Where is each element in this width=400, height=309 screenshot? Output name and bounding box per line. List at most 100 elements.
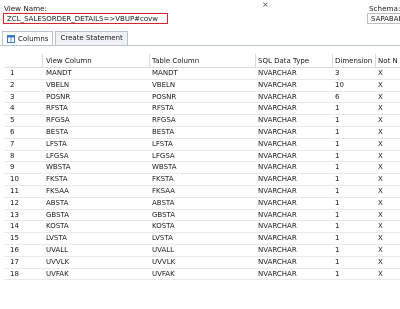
table-column-cell: FKSAA: [152, 186, 175, 195]
table-row[interactable]: 8 LFGSA LFGSA NVARCHAR 1 X: [4, 151, 400, 163]
view-column-cell: LVSTA: [46, 234, 67, 243]
table-row[interactable]: 6 BESTA BESTA NVARCHAR 1 X: [4, 127, 400, 139]
table-row[interactable]: 13 GBSTA GBSTA NVARCHAR 1 X: [4, 210, 400, 222]
table-row[interactable]: 12 ABSTA ABSTA NVARCHAR 1 X: [4, 198, 400, 210]
not-null-cell: X: [378, 198, 383, 207]
view-column-cell: MANDT: [46, 69, 72, 77]
table-column-cell: FKSTA: [152, 175, 174, 184]
column-separator: [375, 54, 376, 68]
row-index: 8: [10, 151, 15, 160]
row-index: 7: [10, 139, 15, 148]
column-separator: [149, 54, 150, 68]
sql-data-type-cell: NVARCHAR: [258, 222, 297, 231]
view-column-cell: GBSTA: [46, 210, 70, 219]
not-null-cell: X: [378, 234, 383, 243]
row-index: 14: [10, 222, 19, 231]
column-separator: [255, 54, 256, 68]
row-index: 16: [10, 245, 19, 254]
columns-table-icon: [7, 35, 15, 43]
table-column-cell: WBSTA: [152, 163, 177, 172]
not-null-cell: X: [378, 163, 383, 172]
sql-data-type-cell: NVARCHAR: [258, 175, 297, 184]
row-index: 5: [10, 116, 15, 125]
table-column-cell: GBSTA: [152, 210, 176, 219]
table-row[interactable]: 15 LVSTA LVSTA NVARCHAR 1 X: [4, 233, 400, 245]
dimension-cell: 1: [335, 139, 340, 148]
sql-data-type-cell: NVARCHAR: [258, 234, 297, 243]
sql-data-type-cell: NVARCHAR: [258, 127, 297, 136]
sql-data-type-cell: NVARCHAR: [258, 245, 297, 254]
table-row[interactable]: 18 UVFAK UVFAK NVARCHAR 1 X: [4, 269, 400, 281]
sql-data-type-cell: NVARCHAR: [258, 163, 297, 172]
column-header-table-column[interactable]: Table Column: [152, 54, 254, 68]
dimension-cell: 1: [335, 269, 340, 278]
table-column-cell: LFSTA: [152, 139, 173, 148]
not-null-cell: X: [378, 245, 383, 254]
table-row[interactable]: 7 LFSTA LFSTA NVARCHAR 1 X: [4, 139, 400, 151]
not-null-cell: X: [378, 222, 383, 231]
view-column-cell: UVALL: [46, 245, 69, 254]
column-separator: [42, 54, 43, 68]
table-column-cell: BESTA: [152, 127, 175, 136]
table-row[interactable]: 2 VBELN VBELN NVARCHAR 10 X: [4, 80, 400, 92]
table-row[interactable]: 4 RFSTA RFSTA NVARCHAR 1 X: [4, 103, 400, 116]
table-row[interactable]: 11 FKSAA FKSAA NVARCHAR 1 X: [4, 186, 400, 198]
not-null-cell: X: [378, 127, 383, 136]
schema-field[interactable]: SAPABAP: [367, 13, 400, 24]
not-null-cell: X: [378, 139, 383, 148]
row-index: 12: [10, 198, 19, 207]
not-null-cell: X: [378, 186, 383, 195]
dimension-cell: 1: [335, 116, 340, 125]
table-column-cell: LVSTA: [152, 234, 173, 243]
not-null-cell: X: [378, 116, 383, 125]
not-null-cell: X: [378, 269, 383, 278]
dimension-cell: 1: [335, 257, 340, 266]
column-header-sql-data-type[interactable]: SQL Data Type: [258, 54, 332, 68]
not-null-cell: X: [378, 210, 383, 219]
table-column-cell: RFGSA: [152, 116, 176, 125]
table-row[interactable]: 10 FKSTA FKSTA NVARCHAR 1 X: [4, 174, 400, 186]
table-row[interactable]: 16 UVALL UVALL NVARCHAR 1 X: [4, 245, 400, 257]
table-row[interactable]: 1 MANDT MANDT NVARCHAR 3 X: [4, 68, 400, 80]
not-null-cell: X: [378, 80, 383, 89]
table-header: View Column Table Column SQL Data Type D…: [4, 54, 400, 68]
row-index: 13: [10, 210, 19, 219]
table-column-cell: VBELN: [152, 80, 176, 89]
table-row[interactable]: 14 KOSTA KOSTA NVARCHAR 1 X: [4, 221, 400, 234]
sql-data-type-cell: NVARCHAR: [258, 269, 297, 278]
sql-data-type-cell: NVARCHAR: [258, 139, 297, 148]
view-name-field[interactable]: ZCL_SALESORDER_DETAILS=>VBUP#covw: [3, 13, 168, 24]
view-column-cell: UVVLK: [46, 257, 70, 266]
row-index: 11: [10, 186, 19, 195]
view-column-cell: BESTA: [46, 127, 69, 136]
row-index: 10: [10, 175, 19, 184]
table-row[interactable]: 9 WBSTA WBSTA NVARCHAR 1 X: [4, 162, 400, 175]
column-header-dimension[interactable]: Dimension: [335, 54, 375, 68]
sql-data-type-cell: NVARCHAR: [258, 151, 297, 160]
row-index: 17: [10, 257, 19, 266]
not-null-cell: X: [378, 175, 383, 184]
not-null-cell: X: [378, 104, 383, 113]
not-null-cell: X: [378, 92, 383, 101]
table-column-cell: UVALL: [152, 245, 175, 254]
table-row[interactable]: 5 RFGSA RFGSA NVARCHAR 1 X: [4, 115, 400, 127]
close-icon[interactable]: ×: [262, 0, 269, 9]
table-row[interactable]: 3 POSNR POSNR NVARCHAR 6 X: [4, 92, 400, 104]
not-null-cell: X: [378, 257, 383, 266]
row-index: 1: [10, 69, 15, 77]
row-index: 18: [10, 269, 19, 278]
table-row[interactable]: 17 UVVLK UVVLK NVARCHAR 1 X: [4, 257, 400, 269]
view-column-cell: ABSTA: [46, 198, 69, 207]
view-column-cell: FKSAA: [46, 186, 69, 195]
tab-create-statement-label: Create Statement: [60, 34, 123, 42]
column-header-not-null[interactable]: Not N: [378, 54, 400, 68]
row-index: 2: [10, 80, 15, 89]
view-column-cell: WBSTA: [46, 163, 71, 172]
view-column-cell: UVFAK: [46, 269, 69, 278]
tab-create-statement[interactable]: Create Statement: [55, 31, 128, 45]
table-column-cell: MANDT: [152, 69, 178, 77]
view-column-cell: LFSTA: [46, 139, 67, 148]
column-header-view-column[interactable]: View Column: [46, 54, 150, 68]
table-column-cell: POSNR: [152, 92, 177, 101]
tab-columns[interactable]: Columns: [2, 31, 54, 46]
